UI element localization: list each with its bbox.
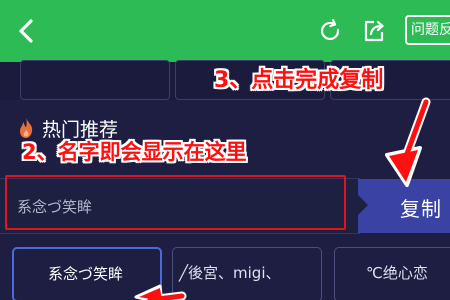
annotation-step2: 2、名字即会显示在这里 [22,140,247,164]
copy-button-label: 复制 [400,197,442,221]
share-icon[interactable] [362,19,386,43]
suggestion-list: 系念づ笑眸 ╱後宮、migi、 ℃绝心恋 [0,247,450,300]
input-highlight-box [5,175,346,230]
chevron-left-icon [19,19,33,43]
refresh-icon[interactable] [318,19,342,43]
copy-button-notch [358,195,368,215]
annotation-step3: 3、点击完成复制 [214,68,384,93]
suggestion-chip[interactable]: 系念づ笑眸 [12,247,162,300]
feedback-button[interactable]: 问题反馈 [405,15,450,45]
copy-button[interactable]: 复制 [358,179,450,233]
back-button[interactable] [14,18,40,44]
top-bar: 问题反馈 [0,0,450,62]
previous-card[interactable] [20,60,170,100]
suggestion-chip[interactable]: ℃绝心恋 [334,247,450,300]
suggestion-chip[interactable]: ╱後宮、migi、 [172,247,322,300]
